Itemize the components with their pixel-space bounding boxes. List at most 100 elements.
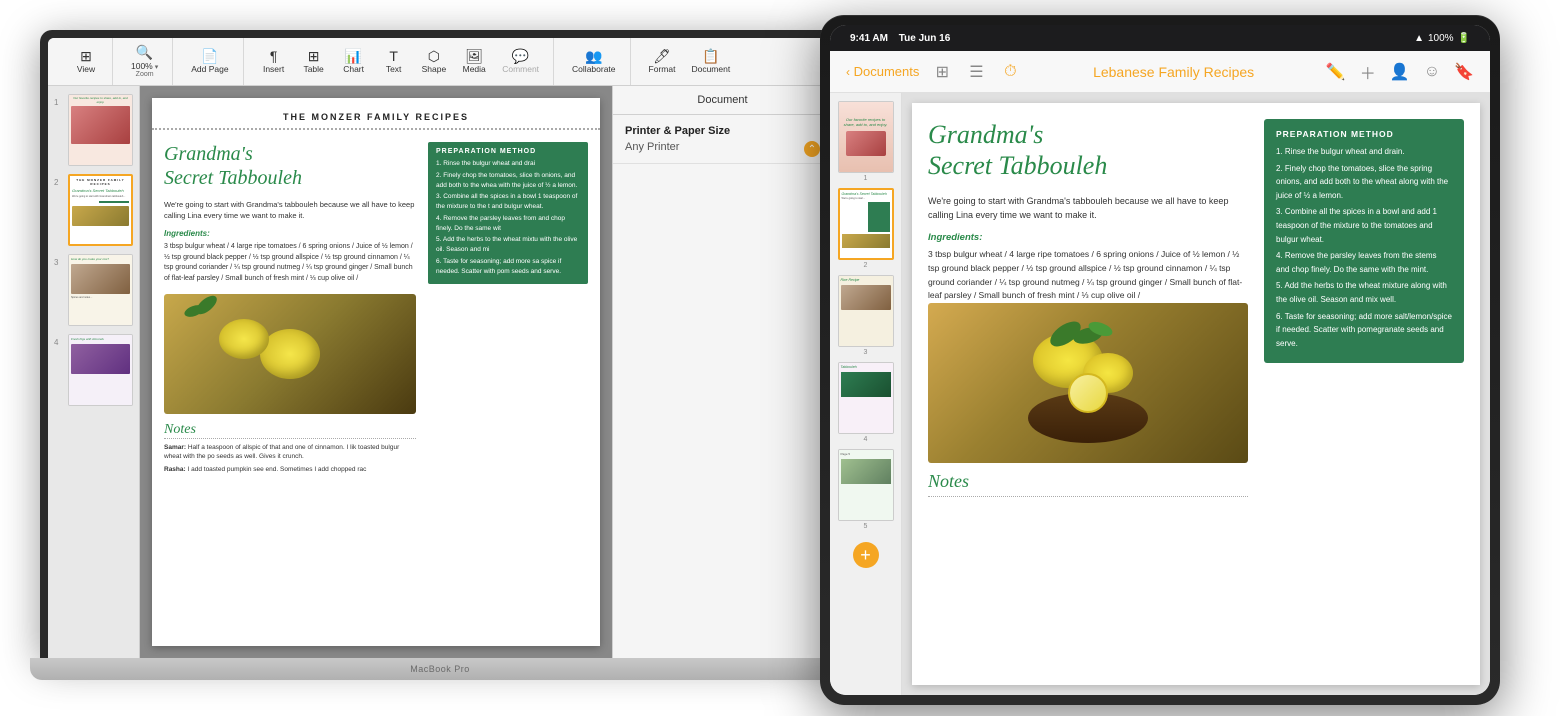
collaborate-group: 👥 Collaborate xyxy=(558,38,630,85)
prep-step-4: 4. Remove the parsley leaves from and ch… xyxy=(436,214,580,234)
chart-icon: 📊 xyxy=(345,49,363,63)
mac-doc-panel: Document Printer & Paper Size Any Printe… xyxy=(612,86,832,658)
ipad-prep-step-3: 3. Combine all the spices in a bowl and … xyxy=(1276,205,1452,246)
view-button[interactable]: ⊞ View xyxy=(68,45,104,78)
fruit-image xyxy=(164,294,416,414)
ipad-recipe-intro: We're going to start with Grandma's tabb… xyxy=(928,195,1248,222)
panel-printer-value: Any Printer ⌃ xyxy=(625,141,820,153)
table-icon: ⊞ xyxy=(305,49,323,63)
ipad-doc-right: PREPARATION METHOD 1. Rinse the bulgur w… xyxy=(1264,119,1464,669)
mac-thumbnails-sidebar: 1 Our favorite recipes to share, add to,… xyxy=(48,86,140,658)
nav-list-icon[interactable]: ☰ xyxy=(965,61,987,83)
thumb-img-3: How do you make your rice? Spices and no… xyxy=(68,254,133,326)
ipad: 9:41 AM Tue Jun 16 ▲ 100% 🔋 ‹ Documents … xyxy=(820,15,1500,705)
prep-step-5: 5. Add the herbs to the wheat mixtu with… xyxy=(436,235,580,255)
ipad-thumb-3[interactable]: Rice Recipe 3 xyxy=(834,275,897,356)
insert-group: ¶ Insert ⊞ Table 📊 Chart T xyxy=(248,38,554,85)
prep-title: PREPARATION METHOD xyxy=(436,148,580,155)
ipad-thumb-2[interactable]: Grandma's Secret Tabbouleh We're going t… xyxy=(834,188,897,269)
ipad-main: Grandma's Secret Tabbouleh We're going t… xyxy=(902,93,1490,695)
doc-title: THE MONZER FAMILY RECIPES xyxy=(152,98,600,130)
thumb-1[interactable]: 1 Our favorite recipes to share, add to,… xyxy=(54,94,133,166)
ipad-thumb-img-3: Rice Recipe xyxy=(838,275,894,347)
comment-button[interactable]: 💬 Comment xyxy=(496,45,545,78)
ipad-navbar: ‹ Documents ⊞ ☰ ⏱ Lebanese Family Recipe… xyxy=(830,51,1490,93)
thumb-img-1: Our favorite recipes to share, add to, a… xyxy=(68,94,133,166)
ipad-thumb-img-2: Grandma's Secret Tabbouleh We're going t… xyxy=(838,188,894,260)
status-right: ▲ 100% 🔋 xyxy=(1414,33,1470,44)
add-page-icon: 📄 xyxy=(201,49,219,63)
nav-emoji-icon[interactable]: ☺ xyxy=(1424,63,1440,81)
insert-button[interactable]: ¶ Insert xyxy=(256,45,292,78)
ipad-prep-step-5: 5. Add the herbs to the wheat mixture al… xyxy=(1276,279,1452,306)
panel-printer-section: Printer & Paper Size Any Printer ⌃ xyxy=(613,115,832,164)
zoom-text-label: Zoom xyxy=(136,71,154,78)
thumb-2[interactable]: 2 THE MONZER FAMILY RECIPES Grandma's Se… xyxy=(54,174,133,246)
text-label: Text xyxy=(386,64,402,74)
macbook-brand-label: MacBook Pro xyxy=(410,664,470,674)
ipad-prep-step-1: 1. Rinse the bulgur wheat and drain. xyxy=(1276,145,1452,159)
doc-left: Grandma's Secret Tabbouleh We're going t… xyxy=(164,142,416,626)
nav-bookmark-icon[interactable]: 🔖 xyxy=(1454,62,1474,82)
text-button[interactable]: T Text xyxy=(376,45,412,78)
ingredients-title: Ingredients: xyxy=(164,229,416,238)
ipad-prep-step-4: 4. Remove the parsley leaves from the st… xyxy=(1276,249,1452,276)
ipad-thumb-img-4: Tabbouleh xyxy=(838,362,894,434)
ipad-thumb-img-1: Our favorite recipes to share, add to, a… xyxy=(838,101,894,173)
view-group: ⊞ View xyxy=(60,38,113,85)
comment-icon: 💬 xyxy=(512,49,530,63)
ipad-ingredients-text: 3 tbsp bulgur wheat / 4 large ripe tomat… xyxy=(928,248,1248,302)
insert-label: Insert xyxy=(263,64,284,74)
chart-button[interactable]: 📊 Chart xyxy=(336,45,372,78)
ipad-screen: 9:41 AM Tue Jun 16 ▲ 100% 🔋 ‹ Documents … xyxy=(830,25,1490,695)
mac-document: THE MONZER FAMILY RECIPES Grandma's Secr… xyxy=(152,98,600,646)
view-label: View xyxy=(77,64,95,74)
mac-toolbar: ⊞ View 🔍 100%▾ Zoom 📄 xyxy=(48,38,832,86)
shape-button[interactable]: ⬡ Shape xyxy=(416,45,453,78)
thumb-4[interactable]: 4 Fresh Figs with Almonds xyxy=(54,334,133,406)
ipad-add-page-button[interactable]: + xyxy=(853,542,879,568)
prep-step-6: 6. Taste for seasoning; add more sa spic… xyxy=(436,257,580,277)
ipad-prep-title: PREPARATION METHOD xyxy=(1276,129,1452,139)
mac-doc-area: THE MONZER FAMILY RECIPES Grandma's Secr… xyxy=(140,86,612,658)
media-button[interactable]: 🖼 Media xyxy=(456,45,492,78)
media-label: Media xyxy=(463,64,486,74)
zoom-button[interactable]: 🔍 100%▾ Zoom xyxy=(125,42,164,82)
nav-pencil-icon[interactable]: ✏️ xyxy=(1326,62,1346,82)
doc-body: Grandma's Secret Tabbouleh We're going t… xyxy=(152,130,600,638)
wifi-icon: ▲ xyxy=(1414,33,1424,44)
nav-pages-icon[interactable]: ⊞ xyxy=(931,61,953,83)
comment-label: Comment xyxy=(502,64,539,74)
add-page-label: Add Page xyxy=(191,64,228,74)
battery-label: 100% xyxy=(1428,33,1454,44)
insert-icon: ¶ xyxy=(265,49,283,63)
format-label: Format xyxy=(649,64,676,74)
ipad-thumb-1[interactable]: Our favorite recipes to share, add to, a… xyxy=(834,101,897,182)
ipad-thumb-5[interactable]: Page 5 5 xyxy=(834,449,897,530)
ipad-thumb-img-5: Page 5 xyxy=(838,449,894,521)
collaborate-button[interactable]: 👥 Collaborate xyxy=(566,45,621,78)
nav-add-icon[interactable]: ＋ xyxy=(1360,60,1376,84)
thumb-3[interactable]: 3 How do you make your rice? Spices and … xyxy=(54,254,133,326)
nav-clock-icon[interactable]: ⏱ xyxy=(999,61,1021,83)
document-button[interactable]: 📋 Document xyxy=(685,45,736,78)
ipad-prep-step-2: 2. Finely chop the tomatoes, slice the s… xyxy=(1276,162,1452,203)
nav-collab-icon[interactable]: 👤 xyxy=(1390,62,1410,82)
panel-printer-label: Printer & Paper Size xyxy=(625,125,820,137)
doc-right: PREPARATION METHOD 1. Rinse the bulgur w… xyxy=(428,142,588,626)
documents-back-button[interactable]: ‹ Documents xyxy=(846,64,919,79)
document-icon: 📋 xyxy=(702,49,720,63)
zoom-icon: 🔍 xyxy=(136,46,154,60)
mac-content: 1 Our favorite recipes to share, add to,… xyxy=(48,86,832,658)
ipad-thumb-4[interactable]: Tabbouleh 4 xyxy=(834,362,897,443)
shape-icon: ⬡ xyxy=(425,49,443,63)
table-button[interactable]: ⊞ Table xyxy=(296,45,332,78)
prep-box: PREPARATION METHOD 1. Rinse the bulgur w… xyxy=(428,142,588,284)
format-button[interactable]: 🖊 Format xyxy=(643,45,682,78)
notes-samar: Samar: Half a teaspoon of allspic of tha… xyxy=(164,443,416,461)
printer-expand-icon[interactable]: ⌃ xyxy=(804,141,820,157)
collaborate-label: Collaborate xyxy=(572,64,615,74)
add-page-group: 📄 Add Page xyxy=(177,38,243,85)
media-icon: 🖼 xyxy=(465,49,483,63)
add-page-button[interactable]: 📄 Add Page xyxy=(185,45,234,78)
